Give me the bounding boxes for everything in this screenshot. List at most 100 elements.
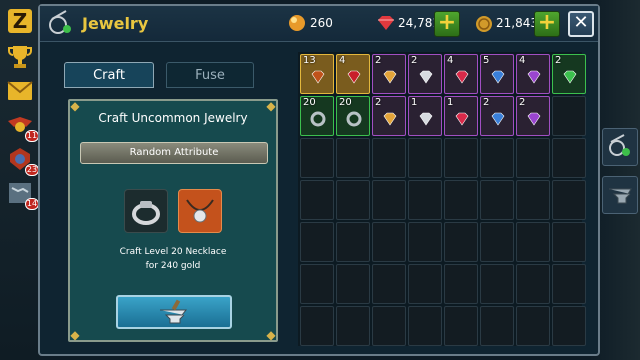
inventory-slot[interactable] — [300, 306, 334, 346]
inventory-grid: 13 4 2 2 4 5 4 2 20 20 2 1 1 2 2 — [298, 52, 586, 346]
inventory-slot[interactable]: 2 — [372, 96, 406, 136]
inventory-slot[interactable] — [516, 222, 550, 262]
gem-item-icon — [419, 112, 433, 126]
jewelry-tab-button[interactable] — [602, 128, 638, 166]
inventory-slot[interactable] — [552, 264, 586, 304]
inventory-slot[interactable] — [300, 138, 334, 178]
inventory-slot[interactable] — [552, 222, 586, 262]
gold-count: 21,843 — [496, 16, 538, 30]
gem-item-icon — [383, 112, 397, 126]
inventory-slot[interactable] — [336, 222, 370, 262]
item-count: 4 — [339, 55, 346, 66]
inventory-slot[interactable]: 4 — [444, 54, 478, 94]
inventory-slot[interactable]: 13 — [300, 54, 334, 94]
inventory-slot[interactable] — [408, 180, 442, 220]
gold-coin-icon — [476, 16, 492, 32]
inventory-slot[interactable] — [336, 306, 370, 346]
gem-item-icon — [455, 112, 469, 126]
window-header: Jewelry 260 24,781 + 21,843 + ✕ — [40, 6, 598, 42]
inventory-slot[interactable] — [480, 306, 514, 346]
gem-item-icon — [347, 70, 361, 84]
inventory-slot[interactable] — [516, 306, 550, 346]
inventory-slot[interactable]: 2 — [516, 96, 550, 136]
corner-ornament-icon: ◆ — [70, 328, 80, 342]
forge-tab-button[interactable] — [602, 176, 638, 214]
inventory-slot[interactable] — [336, 138, 370, 178]
gem-item-icon — [491, 112, 505, 126]
gem-item-icon — [311, 70, 325, 84]
inventory-slot[interactable] — [336, 264, 370, 304]
add-gold-button[interactable]: + — [534, 11, 560, 37]
gem-item-icon — [563, 70, 577, 84]
inventory-slot[interactable] — [408, 306, 442, 346]
inventory-slot[interactable] — [480, 264, 514, 304]
z-logo-icon[interactable]: Z — [5, 6, 35, 36]
inventory-slot[interactable] — [444, 306, 478, 346]
inventory-slot[interactable] — [300, 222, 334, 262]
inventory-slot[interactable] — [480, 180, 514, 220]
inventory-slot[interactable] — [552, 180, 586, 220]
item-count: 5 — [483, 55, 490, 66]
inventory-slot[interactable] — [552, 306, 586, 346]
necklace-slot[interactable] — [178, 189, 222, 233]
inventory-slot[interactable] — [372, 180, 406, 220]
necklace-icon — [186, 199, 214, 223]
gem-item-icon — [491, 70, 505, 84]
item-count: 4 — [519, 55, 526, 66]
craft-panel: ◆ ◆ ◆ ◆ Craft Uncommon Jewelry Random At… — [68, 99, 278, 342]
tab-craft[interactable]: Craft — [64, 62, 154, 88]
inventory-slot[interactable] — [480, 138, 514, 178]
inventory-slot[interactable] — [552, 96, 586, 136]
inventory-slot[interactable]: 1 — [408, 96, 442, 136]
inventory-slot[interactable]: 20 — [336, 96, 370, 136]
tab-fuse[interactable]: Fuse — [166, 62, 254, 88]
map-icon[interactable]: 14 — [5, 178, 39, 210]
craft-title: Craft Uncommon Jewelry — [98, 111, 248, 125]
inventory-slot[interactable] — [516, 264, 550, 304]
mail-icon[interactable] — [5, 76, 35, 106]
inventory-slot[interactable]: 4 — [516, 54, 550, 94]
wing-emblem-icon[interactable]: 11 — [5, 110, 39, 142]
inventory-slot[interactable] — [300, 180, 334, 220]
inventory-slot[interactable] — [480, 222, 514, 262]
inventory-slot[interactable] — [516, 180, 550, 220]
add-gems-button[interactable]: + — [434, 11, 460, 37]
inventory-slot[interactable] — [372, 306, 406, 346]
gem-currency-icon — [378, 16, 394, 30]
inventory-slot[interactable] — [372, 222, 406, 262]
inventory-slot[interactable]: 2 — [480, 96, 514, 136]
inventory-slot[interactable] — [372, 138, 406, 178]
inventory-slot[interactable]: 2 — [552, 54, 586, 94]
inventory-slot[interactable]: 2 — [372, 54, 406, 94]
inventory-slot[interactable] — [408, 138, 442, 178]
item-count: 2 — [411, 55, 418, 66]
inventory-slot[interactable] — [516, 138, 550, 178]
inventory-slot[interactable]: 5 — [480, 54, 514, 94]
ring-icon — [132, 201, 160, 225]
guild-emblem-icon[interactable]: 23 — [5, 144, 39, 176]
inventory-slot[interactable]: 2 — [408, 54, 442, 94]
item-count: 20 — [303, 97, 316, 108]
trophy-icon[interactable] — [5, 42, 35, 72]
item-count: 20 — [339, 97, 352, 108]
inventory-slot[interactable] — [444, 222, 478, 262]
inventory-slot[interactable] — [408, 222, 442, 262]
inventory-slot[interactable]: 1 — [444, 96, 478, 136]
inventory-slot[interactable] — [336, 180, 370, 220]
inventory-slot[interactable] — [444, 264, 478, 304]
inventory-slot[interactable] — [408, 264, 442, 304]
inventory-slot[interactable] — [372, 264, 406, 304]
inventory-slot[interactable] — [444, 138, 478, 178]
inventory-slot[interactable]: 20 — [300, 96, 334, 136]
wing-emblem-badge: 11 — [25, 130, 39, 142]
inventory-slot[interactable] — [444, 180, 478, 220]
inventory-slot[interactable] — [300, 264, 334, 304]
ring-slot[interactable] — [124, 189, 168, 233]
item-count: 1 — [411, 97, 418, 108]
close-button[interactable]: ✕ — [568, 11, 594, 37]
item-count: 2 — [375, 55, 382, 66]
inventory-slot[interactable]: 4 — [336, 54, 370, 94]
random-attribute-button[interactable]: Random Attribute — [80, 142, 268, 164]
inventory-slot[interactable] — [552, 138, 586, 178]
craft-button[interactable] — [116, 295, 232, 329]
